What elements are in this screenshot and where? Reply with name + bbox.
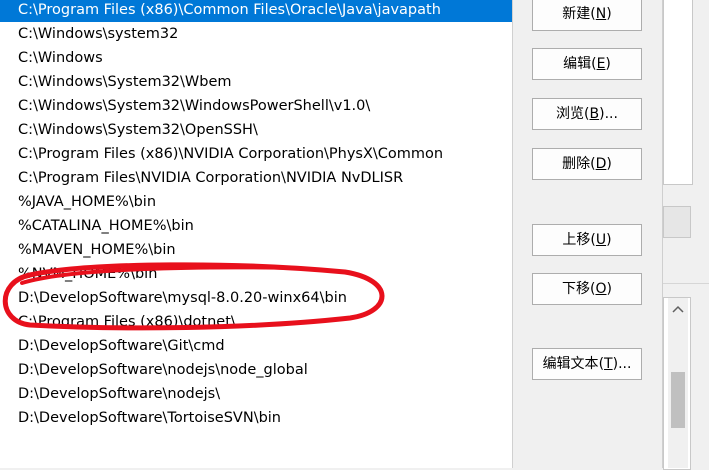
path-list-item[interactable]: D:\DevelopSoftware\nodejs\ bbox=[0, 382, 512, 406]
background-button bbox=[663, 206, 691, 238]
move-up-button[interactable]: 上移(U) bbox=[532, 224, 642, 256]
move-down-button[interactable]: 下移(O) bbox=[532, 273, 642, 305]
button-column: 新建(N) 编辑(E) 浏览(B)... 删除(D) 上移(U) 下移(O) 编… bbox=[513, 0, 662, 468]
path-list-item[interactable]: D:\DevelopSoftware\Git\cmd bbox=[0, 334, 512, 358]
path-list-item[interactable]: D:\DevelopSoftware\nodejs\node_global bbox=[0, 358, 512, 382]
background-scrollbar[interactable] bbox=[668, 298, 688, 468]
background-list-top bbox=[663, 0, 693, 185]
scroll-up-arrow-icon[interactable] bbox=[668, 302, 688, 316]
path-list[interactable]: C:\Program Files (x86)\Common Files\Orac… bbox=[0, 0, 513, 468]
scroll-thumb[interactable] bbox=[671, 372, 685, 428]
browse-button[interactable]: 浏览(B)... bbox=[532, 98, 642, 130]
edit-button[interactable]: 编辑(E) bbox=[532, 48, 642, 80]
path-list-item[interactable]: C:\Windows\System32\WindowsPowerShell\v1… bbox=[0, 94, 512, 118]
path-list-item[interactable]: D:\DevelopSoftware\mysql-8.0.20-winx64\b… bbox=[0, 286, 512, 310]
edit-text-button[interactable]: 编辑文本(T)... bbox=[532, 348, 642, 380]
path-list-item[interactable]: %MAVEN_HOME%\bin bbox=[0, 238, 512, 262]
delete-button[interactable]: 删除(D) bbox=[532, 148, 642, 180]
path-list-item[interactable]: C:\Program Files (x86)\Common Files\Orac… bbox=[0, 0, 512, 22]
path-list-item[interactable]: C:\Windows bbox=[0, 46, 512, 70]
path-list-item[interactable]: C:\Windows\system32 bbox=[0, 22, 512, 46]
new-button[interactable]: 新建(N) bbox=[532, 0, 642, 31]
path-list-item[interactable]: D:\DevelopSoftware\TortoiseSVN\bin bbox=[0, 406, 512, 430]
path-list-item[interactable]: C:\Windows\System32\Wbem bbox=[0, 70, 512, 94]
path-list-item[interactable]: C:\Windows\System32\OpenSSH\ bbox=[0, 118, 512, 142]
path-list-item[interactable]: %CATALINA_HOME%\bin bbox=[0, 214, 512, 238]
path-list-item[interactable]: %JAVA_HOME%\bin bbox=[0, 190, 512, 214]
path-list-item[interactable]: C:\Program Files\NVIDIA Corporation\NVID… bbox=[0, 166, 512, 190]
path-list-item[interactable]: C:\Program Files (x86)\NVIDIA Corporatio… bbox=[0, 142, 512, 166]
path-list-item[interactable]: %NVM_HOME%\bin bbox=[0, 262, 512, 286]
path-list-item[interactable]: C:\Program Files (x86)\dotnet\ bbox=[0, 310, 512, 334]
